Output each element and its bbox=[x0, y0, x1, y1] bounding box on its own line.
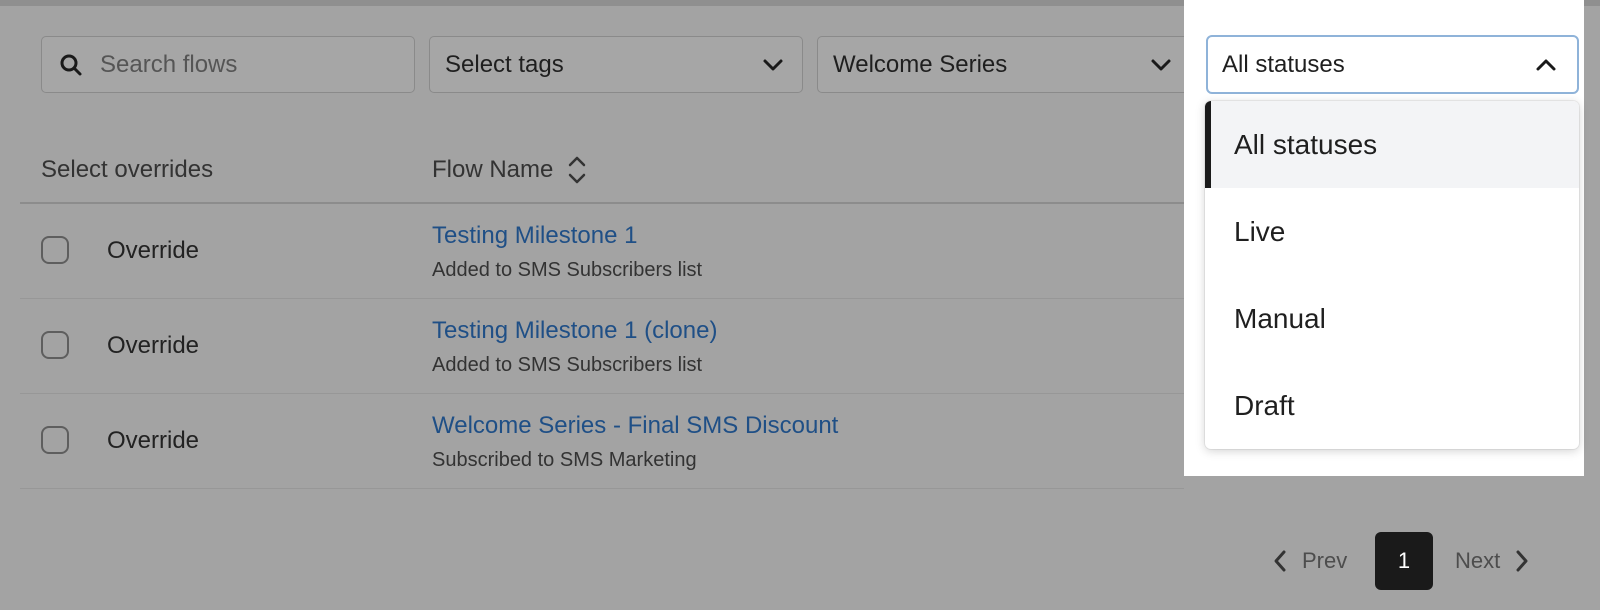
status-dropdown-menu: All statuses Live Manual Draft bbox=[1205, 101, 1579, 449]
tags-select-label: Select tags bbox=[445, 50, 564, 78]
header-flow-name[interactable]: Flow Name bbox=[432, 150, 587, 190]
next-page-button[interactable]: Next bbox=[1455, 532, 1530, 590]
table-row: Override Testing Milestone 1 (clone) Add… bbox=[20, 299, 1184, 394]
header-select-overrides: Select overrides bbox=[41, 156, 214, 183]
status-option-manual[interactable]: Manual bbox=[1205, 275, 1579, 362]
status-option-draft[interactable]: Draft bbox=[1205, 362, 1579, 449]
next-label: Next bbox=[1455, 548, 1501, 573]
chevron-right-icon bbox=[1514, 549, 1530, 573]
status-select-label: All statuses bbox=[1222, 50, 1345, 78]
flow-name-link[interactable]: Testing Milestone 1 bbox=[432, 222, 637, 250]
override-label: Override bbox=[107, 237, 200, 264]
status-option-live[interactable]: Live bbox=[1205, 188, 1579, 275]
tags-select[interactable]: Select tags bbox=[429, 36, 803, 93]
override-checkbox[interactable] bbox=[41, 426, 69, 454]
flow-name-link[interactable]: Testing Milestone 1 (clone) bbox=[432, 317, 717, 345]
chevron-up-icon bbox=[1533, 52, 1559, 78]
chevron-down-icon bbox=[760, 52, 786, 78]
flow-name-link[interactable]: Welcome Series - Final SMS Discount bbox=[432, 412, 838, 440]
table-row: Override Testing Milestone 1 Added to SM… bbox=[20, 204, 1184, 299]
flow-trigger: Added to SMS Subscribers list bbox=[432, 259, 703, 281]
table-row: Override Welcome Series - Final SMS Disc… bbox=[20, 394, 1184, 489]
table-header: Select overrides Flow Name bbox=[0, 150, 1184, 202]
series-select[interactable]: Welcome Series bbox=[817, 36, 1191, 93]
sort-icon[interactable] bbox=[567, 155, 587, 185]
override-label: Override bbox=[107, 427, 200, 454]
page-1-button[interactable]: 1 bbox=[1375, 532, 1433, 590]
search-icon bbox=[58, 52, 84, 78]
chevron-left-icon bbox=[1272, 549, 1288, 573]
header-flow-name-label: Flow Name bbox=[432, 156, 554, 183]
flow-trigger: Added to SMS Subscribers list bbox=[432, 354, 703, 376]
status-option-all-statuses[interactable]: All statuses bbox=[1205, 101, 1579, 188]
override-checkbox[interactable] bbox=[41, 331, 69, 359]
flow-trigger: Subscribed to SMS Marketing bbox=[432, 449, 697, 471]
status-select[interactable]: All statuses bbox=[1206, 35, 1579, 94]
prev-label: Prev bbox=[1302, 548, 1348, 573]
chevron-down-icon bbox=[1148, 52, 1174, 78]
prev-page-button[interactable]: Prev bbox=[1272, 532, 1347, 590]
override-checkbox[interactable] bbox=[41, 236, 69, 264]
search-input[interactable]: Search flows bbox=[41, 36, 415, 93]
series-select-label: Welcome Series bbox=[833, 50, 1008, 78]
override-label: Override bbox=[107, 332, 200, 359]
search-placeholder: Search flows bbox=[100, 50, 238, 78]
